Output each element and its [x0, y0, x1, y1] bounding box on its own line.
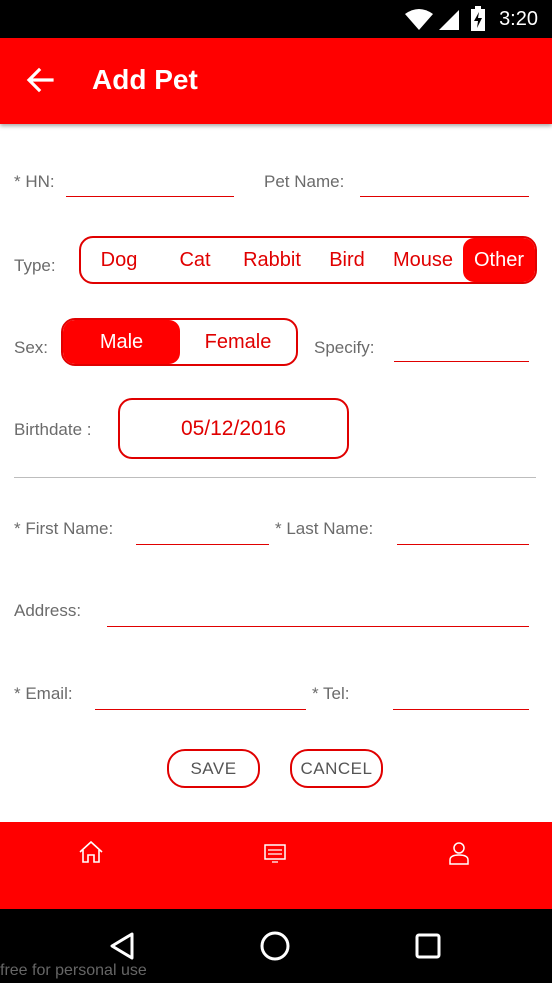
type-option-bird[interactable]: Bird: [311, 238, 383, 282]
sex-segmented-control: Male Female: [61, 318, 298, 366]
cell-signal-icon: [439, 10, 459, 30]
specify-label: Specify:: [314, 338, 375, 357]
profile-icon[interactable]: [448, 841, 470, 865]
home-circle-icon[interactable]: [259, 930, 291, 962]
pet-name-label: Pet Name:: [264, 172, 345, 191]
sex-label: Sex:: [14, 338, 49, 357]
page-title: Add Pet: [92, 64, 198, 95]
home-icon[interactable]: [78, 840, 104, 864]
watermark-text: free for personal use: [0, 962, 147, 979]
type-option-rabbit[interactable]: Rabbit: [233, 238, 311, 282]
sex-option-male[interactable]: Male: [63, 320, 180, 364]
address-input[interactable]: [107, 626, 529, 627]
sex-option-female[interactable]: Female: [180, 320, 296, 364]
type-option-cat[interactable]: Cat: [157, 238, 233, 282]
cancel-button[interactable]: CANCEL: [290, 749, 383, 788]
specify-input[interactable]: [394, 361, 529, 362]
address-label: Address:: [14, 601, 82, 620]
save-button[interactable]: SAVE: [167, 749, 260, 788]
type-segmented-control: Dog Cat Rabbit Bird Mouse Other: [79, 236, 537, 284]
birthdate-label: Birthdate :: [14, 420, 92, 439]
tel-input[interactable]: [393, 709, 529, 710]
pet-name-input[interactable]: [360, 196, 529, 197]
hn-input[interactable]: [66, 196, 234, 197]
type-option-mouse[interactable]: Mouse: [383, 238, 463, 282]
back-triangle-icon[interactable]: [108, 931, 136, 961]
last-name-label: * Last Name:: [275, 519, 374, 538]
status-bar: 3:20: [0, 0, 552, 38]
type-option-other[interactable]: Other: [463, 238, 535, 282]
hn-label: * HN:: [14, 172, 55, 191]
battery-charging-icon: [471, 6, 485, 31]
section-divider: [14, 477, 536, 478]
status-time: 3:20: [499, 8, 538, 30]
app-bar: Add Pet: [0, 38, 552, 124]
first-name-label: * First Name:: [14, 519, 114, 538]
type-option-dog[interactable]: Dog: [81, 238, 157, 282]
email-label: * Email:: [14, 684, 73, 703]
wifi-icon: [405, 9, 433, 30]
first-name-input[interactable]: [136, 544, 269, 545]
bottom-navigation: [0, 822, 552, 909]
last-name-input[interactable]: [397, 544, 529, 545]
recents-square-icon[interactable]: [414, 932, 442, 960]
email-input[interactable]: [95, 709, 306, 710]
type-label: Type:: [14, 256, 56, 275]
birthdate-picker[interactable]: 05/12/2016: [118, 398, 349, 459]
back-arrow-icon[interactable]: [22, 62, 58, 98]
list-icon[interactable]: [264, 844, 286, 864]
tel-label: * Tel:: [312, 684, 350, 703]
